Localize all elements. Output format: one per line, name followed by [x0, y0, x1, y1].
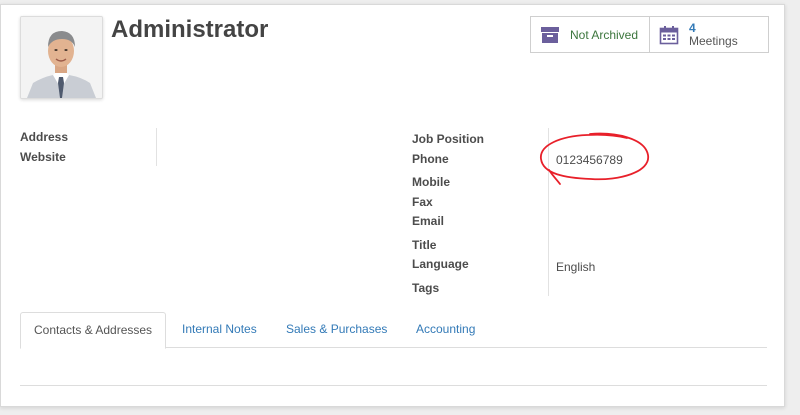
language-label: Language — [412, 257, 469, 271]
smart-button-bar: Not Archived 4 Meetings — [530, 16, 769, 53]
phone-label: Phone — [412, 152, 449, 166]
tab-content-divider — [20, 385, 767, 386]
meetings-button[interactable]: 4 Meetings — [650, 17, 768, 52]
tab-contacts-addresses[interactable]: Contacts & Addresses — [20, 312, 167, 349]
left-field-divider — [156, 128, 157, 166]
page-title: Administrator — [111, 16, 269, 43]
mobile-label: Mobile — [412, 175, 450, 189]
calendar-icon — [658, 24, 680, 46]
avatar[interactable] — [20, 16, 103, 99]
tab-sales-purchases[interactable]: Sales & Purchases — [286, 312, 387, 347]
tab-internal-notes[interactable]: Internal Notes — [182, 312, 257, 347]
title-label: Title — [412, 238, 437, 252]
email-label: Email — [412, 214, 445, 228]
meetings-label: Meetings — [689, 33, 738, 48]
annotation-circle-icon — [540, 132, 649, 185]
address-label: Address — [20, 130, 69, 144]
meetings-count: 4 — [689, 20, 696, 35]
archive-label: Not Archived — [570, 27, 639, 42]
tab-accounting[interactable]: Accounting — [416, 312, 475, 347]
job-position-label: Job Position — [412, 132, 484, 146]
archive-toggle-button[interactable]: Not Archived — [531, 17, 650, 52]
fax-label: Fax — [412, 195, 433, 209]
language-value[interactable]: English — [556, 260, 595, 274]
tags-label: Tags — [412, 281, 440, 295]
notebook-tabs: Contacts & Addresses Internal Notes Sale… — [20, 312, 767, 349]
archive-box-icon — [539, 24, 561, 46]
person-photo-icon — [21, 17, 102, 98]
website-label: Website — [20, 150, 66, 164]
